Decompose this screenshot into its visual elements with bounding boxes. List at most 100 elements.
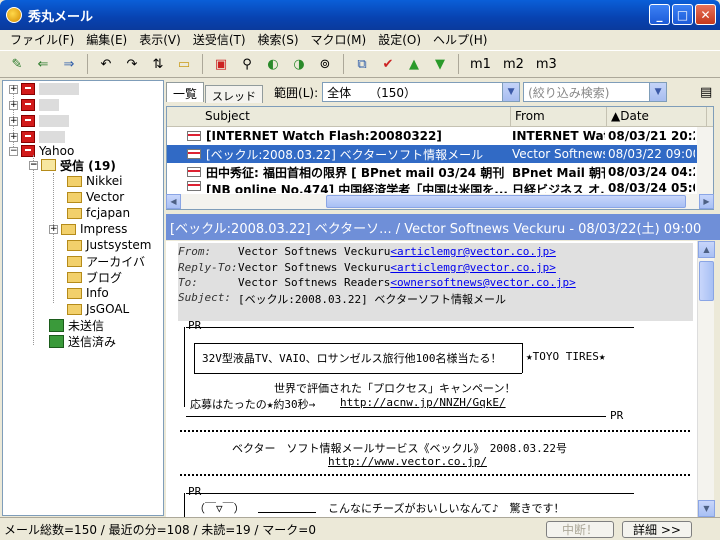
unread-mail-icon: [187, 181, 201, 191]
menu-search[interactable]: 検索(S): [252, 31, 305, 48]
scroll-down-icon[interactable]: ▼: [698, 500, 715, 517]
collapse-icon[interactable]: −: [9, 146, 18, 156]
sync-icon[interactable]: ⇅: [147, 53, 169, 75]
collapse-icon[interactable]: −: [29, 160, 38, 170]
folder-item[interactable]: Nikkei: [67, 173, 123, 189]
redo-icon[interactable]: ↷: [121, 53, 143, 75]
compose-icon[interactable]: ✎: [6, 53, 28, 75]
pr-link[interactable]: http://acnw.jp/NNZH/GqkE/: [340, 396, 506, 409]
check-icon[interactable]: ✔: [377, 53, 399, 75]
header-value: Vector Softnews Veckuru: [238, 261, 391, 274]
maximize-button[interactable]: □: [672, 4, 693, 25]
pr2-underline: [258, 512, 316, 513]
service-link[interactable]: http://www.vector.co.jp/: [328, 455, 487, 468]
table-row[interactable]: [ベックル:2008.03.22] ベクターソフト情報メール Vector So…: [167, 145, 713, 163]
folder-sent[interactable]: 送信済み: [49, 333, 116, 349]
toolbar-separator: [87, 54, 88, 74]
range-select[interactable]: 全体 （150） ▼: [322, 82, 521, 102]
chevron-down-icon[interactable]: ▼: [502, 83, 520, 101]
tab-list[interactable]: 一覧: [166, 82, 205, 102]
table-row[interactable]: [INTERNET Watch Flash:20080322] INTERNET…: [167, 127, 713, 145]
find-icon[interactable]: ⊚: [314, 53, 336, 75]
scroll-up-icon[interactable]: ▲: [698, 241, 715, 258]
search-input[interactable]: (絞り込み検索) ▼: [523, 82, 668, 102]
unread-mail-icon: [187, 167, 201, 177]
folder-inbox[interactable]: − 受信 (19): [29, 157, 116, 173]
stop-button[interactable]: 中断！: [546, 521, 614, 538]
expand-icon[interactable]: +: [49, 224, 58, 234]
folder-item[interactable]: Justsystem: [67, 237, 151, 253]
folder-item[interactable]: Info: [67, 285, 109, 301]
folder-item[interactable]: fcjapan: [67, 205, 130, 221]
down-icon[interactable]: ▼: [429, 53, 451, 75]
preview-vertical-scrollbar[interactable]: ▲ ▼: [697, 241, 715, 517]
scroll-right-icon[interactable]: ▶: [699, 194, 714, 209]
search-icon[interactable]: ⚲: [236, 53, 258, 75]
expand-icon[interactable]: +: [9, 100, 18, 110]
unsent-icon: [49, 318, 64, 332]
layout-toggle-icon[interactable]: ▤: [695, 81, 717, 103]
column-from[interactable]: From: [511, 107, 607, 126]
expand-icon[interactable]: +: [9, 84, 18, 94]
account-node[interactable]: +: [9, 97, 59, 113]
hidden-account-name: [39, 83, 79, 95]
account-node[interactable]: +: [9, 113, 69, 129]
email-link[interactable]: <articlemgr@vector.co.jp>: [390, 245, 556, 260]
table-row[interactable]: 田中秀征: 福田首相の限界 [ BPnet mail 03/24 朝刊 ] BP…: [167, 163, 713, 181]
column-date[interactable]: ▲Date: [607, 107, 707, 126]
folder-move-icon[interactable]: ▭: [173, 53, 195, 75]
row-subject: [INTERNET Watch Flash:20080322]: [206, 129, 442, 143]
tab-thread[interactable]: スレッド: [205, 85, 264, 103]
menu-edit[interactable]: 編集(E): [80, 31, 133, 48]
prev-unread-icon[interactable]: ◐: [262, 53, 284, 75]
menu-settings[interactable]: 設定(O): [372, 31, 427, 48]
folder-unsent[interactable]: 未送信: [49, 317, 104, 333]
account-node[interactable]: +: [9, 81, 79, 97]
forward-icon[interactable]: ⇒: [58, 53, 80, 75]
inbox-icon: [41, 159, 56, 171]
macro-3-button[interactable]: m3: [532, 53, 561, 75]
status-bar: メール総数=150 / 最近の分=108 / 未読=19 / マーク=0 中断！…: [0, 517, 720, 540]
menu-help[interactable]: ヘルプ(H): [427, 31, 493, 48]
column-subject[interactable]: Subject: [167, 107, 511, 126]
menu-send-receive[interactable]: 送受信(T): [187, 31, 252, 48]
transfer-icon[interactable]: ⧉: [351, 53, 373, 75]
folder-item[interactable]: ブログ: [67, 269, 122, 285]
expand-icon[interactable]: +: [9, 132, 18, 142]
folder-item[interactable]: + Impress: [49, 221, 127, 237]
folder-item[interactable]: Vector: [67, 189, 124, 205]
menu-file[interactable]: ファイル(F): [4, 31, 80, 48]
folder-icon: [61, 223, 76, 235]
email-link[interactable]: <articlemgr@vector.co.jp>: [390, 261, 556, 276]
close-button[interactable]: ✕: [695, 4, 716, 25]
scroll-left-icon[interactable]: ◀: [166, 194, 181, 209]
list-horizontal-scrollbar[interactable]: ◀ ▶: [166, 194, 714, 209]
macro-1-button[interactable]: m1: [466, 53, 495, 75]
delete-icon[interactable]: ▣: [210, 53, 232, 75]
header-key: To:: [178, 276, 198, 289]
chevron-down-icon[interactable]: ▼: [649, 83, 667, 101]
next-unread-icon[interactable]: ◑: [288, 53, 310, 75]
folder-tree[interactable]: + + + + − Yahoo − 受信 (19) Nikkei Vector fc…: [2, 80, 164, 516]
reply-icon[interactable]: ⇐: [32, 53, 54, 75]
folder-item[interactable]: アーカイバ: [67, 253, 145, 269]
list-vertical-scrollbar[interactable]: [697, 127, 713, 194]
table-row[interactable]: [NB online No.474] 中国経済学者「中国は米国を... 日経ビジ…: [167, 181, 713, 193]
detail-button[interactable]: 詳細 >>: [622, 521, 692, 538]
toolbar-separator: [343, 54, 344, 74]
macro-2-button[interactable]: m2: [499, 53, 528, 75]
pr-label: PR: [188, 319, 202, 332]
menu-view[interactable]: 表示(V): [133, 31, 187, 48]
minimize-button[interactable]: _: [649, 4, 670, 25]
email-link[interactable]: <ownersoftnews@vector.co.jp>: [390, 276, 575, 291]
message-preview[interactable]: From: Vector Softnews Veckuru <articlemgr…: [166, 241, 697, 517]
folder-item[interactable]: JsGOAL: [67, 301, 129, 317]
header-value: Vector Softnews Veckuru: [238, 245, 391, 258]
undo-icon[interactable]: ↶: [95, 53, 117, 75]
expand-icon[interactable]: +: [9, 116, 18, 126]
scroll-thumb[interactable]: [699, 261, 714, 301]
scroll-thumb[interactable]: [326, 195, 686, 208]
up-icon[interactable]: ▲: [403, 53, 425, 75]
menu-macro[interactable]: マクロ(M): [305, 31, 373, 48]
folder-label: Justsystem: [86, 238, 152, 252]
